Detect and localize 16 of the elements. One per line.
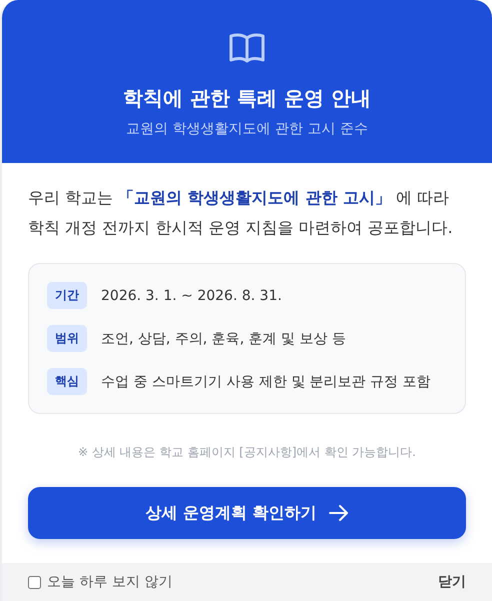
detail-value: 조언, 상담, 주의, 훈육, 훈계 및 보상 등 (101, 330, 346, 348)
close-link[interactable]: 닫기 (438, 573, 466, 591)
detail-label: 핵심 (47, 368, 87, 395)
hide-today-checkbox[interactable] (28, 576, 41, 588)
arrow-icon (328, 505, 349, 521)
detail-value: 2026. 3. 1. ~ 2026. 8. 31. (101, 288, 282, 304)
detail-label: 범위 (47, 325, 87, 352)
detail-value: 수업 중 스마트기기 사용 제한 및 분리보관 규정 포함 (101, 372, 431, 390)
intro-text: 우리 학교는 「교원의 학생생활지도에 관한 고시」 에 따라 학칙 개정 전까지 한시적 운영 지침을 마련하여 공포합니다. (28, 187, 454, 239)
popup-title: 학칙에 관한 특례 운영 안내 (123, 85, 371, 112)
book-icon (229, 33, 265, 63)
detail-label: 기간 (47, 282, 87, 309)
popup-subtitle: 교원의 학생생활지도에 관한 고시 준수 (126, 120, 368, 138)
hide-today-label: 오늘 하루 보지 않기 (47, 573, 172, 591)
details-button[interactable]: 상세 운영계획 확인하기 (28, 487, 466, 539)
note-text: ※ 상세 내용은 학교 홈페이지 [공지사항]에서 확인 가능합니다. (77, 444, 417, 461)
